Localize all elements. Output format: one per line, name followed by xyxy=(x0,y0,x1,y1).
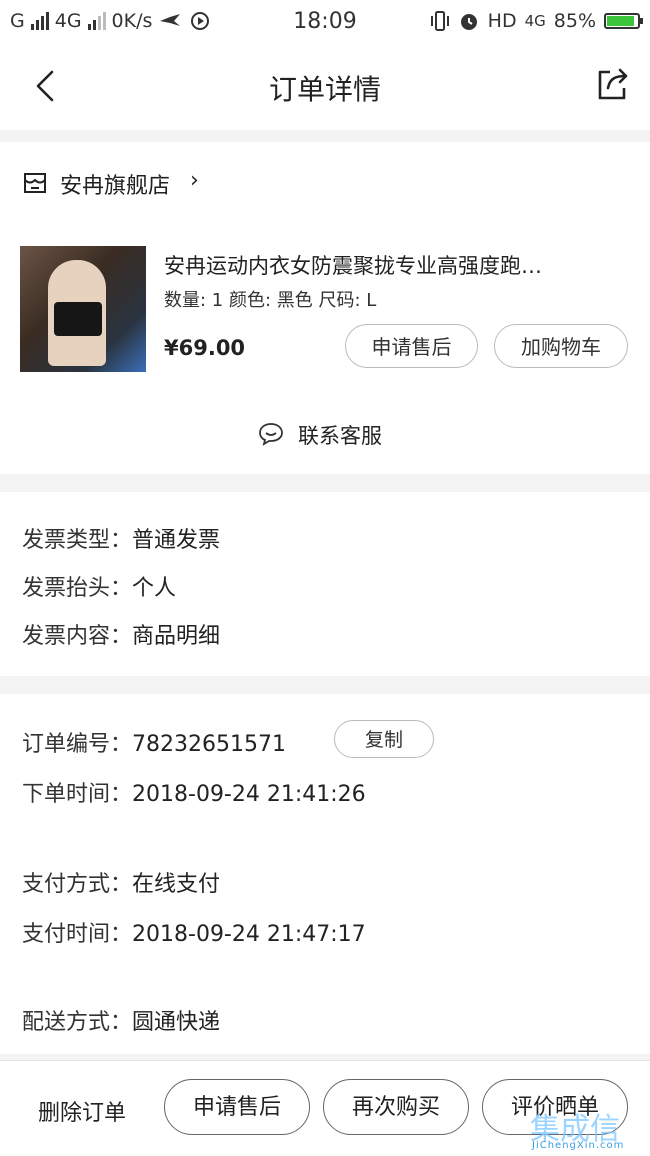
battery-icon xyxy=(604,13,643,29)
hd-label: HD xyxy=(487,10,517,32)
network-label-2: 4G xyxy=(524,12,546,30)
review-button[interactable]: 评价晒单 xyxy=(482,1079,628,1135)
shipping-section: 配送方式：圆通快递 xyxy=(0,970,650,1054)
product-card: 安冉运动内衣女防震聚拢专业高强度跑… 数量: 1 颜色: 黑色 尺码: L ¥6… xyxy=(0,224,650,395)
add-to-cart-button[interactable]: 加购物车 xyxy=(494,324,628,368)
bottom-action-bar: 删除订单 申请售后 再次购买 评价晒单 xyxy=(0,1060,650,1156)
payment-time-key: 支付时间： xyxy=(22,922,133,947)
chevron-right-icon: › xyxy=(190,168,199,193)
order-number-value: 78232651571 xyxy=(132,732,286,757)
battery-percent: 85% xyxy=(553,10,596,32)
shipping-method-row: 配送方式：圆通快递 xyxy=(22,1004,220,1036)
product-title[interactable]: 安冉运动内衣女防震聚拢专业高强度跑… xyxy=(164,250,624,280)
payment-time-row: 支付时间：2018-09-24 21:47:17 xyxy=(22,916,366,948)
copy-button[interactable]: 复制 xyxy=(334,720,434,758)
alarm-icon xyxy=(460,14,477,30)
payment-method-key: 支付方式： xyxy=(22,872,133,897)
product-image-garment xyxy=(54,302,102,336)
share-icon[interactable] xyxy=(592,64,632,104)
invoice-title-value: 个人 xyxy=(132,576,177,601)
invoice-title-row: 发票抬头：个人 xyxy=(22,570,176,602)
invoice-type-value: 普通发票 xyxy=(132,528,221,553)
order-time-key: 下单时间： xyxy=(22,782,133,807)
product-price: ¥69.00 xyxy=(164,336,246,360)
invoice-section: 发票类型：普通发票 发票抬头：个人 发票内容：商品明细 xyxy=(0,492,650,676)
buy-again-button[interactable]: 再次购买 xyxy=(323,1079,469,1135)
vibrate-icon xyxy=(430,11,449,31)
invoice-title-key: 发票抬头： xyxy=(22,576,133,601)
order-number-row: 订单编号：78232651571 xyxy=(22,726,286,758)
store-icon xyxy=(24,173,46,193)
order-time-value: 2018-09-24 21:41:26 xyxy=(132,782,366,807)
nav-bar: 订单详情 xyxy=(0,44,650,130)
chat-icon xyxy=(259,423,283,446)
store-name[interactable]: 安冉旗舰店 xyxy=(60,168,170,200)
shipping-method-value: 圆通快递 xyxy=(132,1010,221,1035)
contact-service-label[interactable]: 联系客服 xyxy=(298,420,382,450)
invoice-content-value: 商品明细 xyxy=(132,624,221,649)
battery-fill xyxy=(607,16,635,26)
page-title: 订单详情 xyxy=(268,73,381,106)
order-time-row: 下单时间：2018-09-24 21:41:26 xyxy=(22,776,366,808)
invoice-type-key: 发票类型： xyxy=(22,528,133,553)
invoice-content-key: 发票内容： xyxy=(22,624,133,649)
after-sale-button[interactable]: 申请售后 xyxy=(345,324,478,368)
payment-info-section: 支付方式：在线支付 支付时间：2018-09-24 21:47:17 xyxy=(0,832,650,971)
product-image[interactable] xyxy=(20,246,146,372)
status-right: HD 4G 85% xyxy=(430,10,643,32)
invoice-content-row: 发票内容：商品明细 xyxy=(22,618,220,650)
order-info-section: 订单编号：78232651571 复制 下单时间：2018-09-24 21:4… xyxy=(0,694,650,833)
product-specs: 数量: 1 颜色: 黑色 尺码: L xyxy=(164,290,377,311)
order-number-key: 订单编号： xyxy=(22,732,133,757)
shipping-method-key: 配送方式： xyxy=(22,1010,133,1035)
contact-service-row[interactable]: 联系客服 xyxy=(0,394,650,474)
delete-order-button[interactable]: 删除订单 xyxy=(38,1095,126,1127)
bottom-after-sale-button[interactable]: 申请售后 xyxy=(164,1079,310,1135)
store-row[interactable]: 安冉旗舰店 › xyxy=(0,142,650,225)
invoice-type-row: 发票类型：普通发票 xyxy=(22,522,220,554)
status-bar: G 4G 0K/s 18:09 HD 4G 85% xyxy=(0,0,650,44)
payment-method-value: 在线支付 xyxy=(132,872,221,897)
payment-method-row: 支付方式：在线支付 xyxy=(22,866,220,898)
payment-time-value: 2018-09-24 21:47:17 xyxy=(132,922,366,947)
